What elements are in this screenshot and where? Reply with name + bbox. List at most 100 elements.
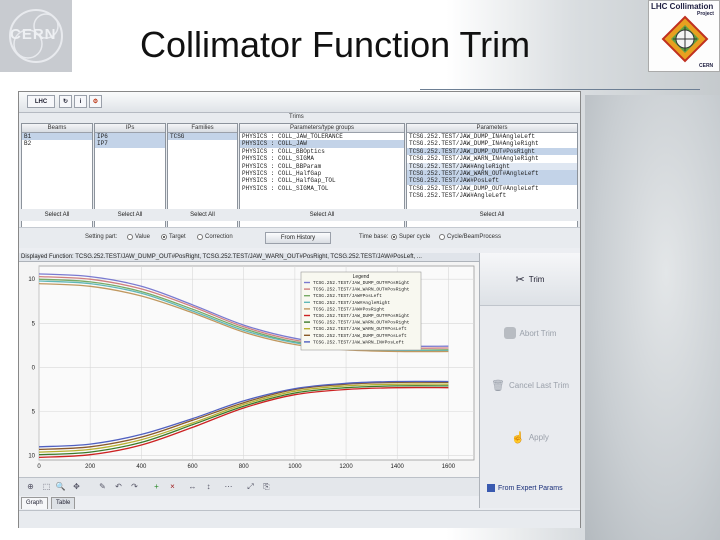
legend-entry: TCSG.252.TEST/JAW_DUMP_OUT#PosLeft [313, 333, 407, 339]
trim-actions-panel: ✂ Trim Abort Trim 🗑 Cancel Last Trim ☝ A… [479, 253, 580, 508]
ips-select-all-button[interactable]: Select All [94, 209, 166, 221]
cancel-last-trim-label: Cancel Last Trim [508, 380, 569, 390]
undo-icon[interactable]: ↶ [113, 481, 124, 492]
trash-icon: 🗑 [491, 379, 505, 392]
parameters-header: Parameters [407, 124, 577, 133]
select-icon[interactable]: ⬚ [41, 481, 52, 492]
radio-target-label: Target [169, 234, 186, 240]
setting-part-label: Setting part: [85, 234, 118, 240]
zoom-icon[interactable]: ⊕ [25, 481, 36, 492]
trim-button[interactable]: ✂ Trim [480, 253, 580, 306]
slide-title: Collimator Function Trim [140, 24, 531, 65]
ips-header: IPs [95, 124, 165, 133]
pan-icon[interactable]: ✥ [71, 481, 82, 492]
list-item[interactable]: TCSG.252.TEST/JAW_WARN_OUT#AngleLeft [407, 169, 577, 178]
abort-trim-label: Abort Trim [519, 328, 557, 338]
radio-cycle-beamprocess[interactable] [439, 234, 445, 240]
function-chart[interactable]: 0 200 400 600 800 1000 1200 1400 1600 10 5 0 5 10 Lege… [19, 262, 479, 477]
radio-super-cycle[interactable] [391, 234, 397, 240]
chart-area: 0 200 400 600 800 1000 1200 1400 1600 10 5 0 5 10 Lege… [19, 262, 479, 482]
status-strip [19, 510, 580, 528]
list-item[interactable]: B2 [22, 140, 92, 147]
apply-button-label: Apply [528, 432, 549, 442]
info-icon[interactable]: i [74, 95, 87, 108]
y-tick-label: 5 [32, 410, 36, 416]
vertical-stretch-icon[interactable]: ↕ [203, 481, 214, 492]
title-divider [420, 89, 700, 90]
list-item[interactable]: PHYSICS : COLL_HalfGap_TOL [240, 177, 404, 184]
selector-panel-title: Trims [289, 114, 304, 120]
x-tick-label: 1200 [339, 464, 353, 470]
tab-table[interactable]: Table [51, 497, 76, 509]
fit-icon[interactable]: ⤢ [245, 481, 256, 492]
from-expert-label: From Expert Params [498, 484, 563, 492]
time-base-label: Time base: [359, 234, 389, 240]
y-tick-label: 5 [32, 321, 36, 327]
cancel-last-trim-button[interactable]: 🗑 Cancel Last Trim [480, 359, 580, 411]
list-item[interactable]: B1 [22, 133, 92, 141]
list-item[interactable]: TCSG.252.TEST/JAW_DUMP_IN#AngleRight [407, 140, 577, 147]
list-item[interactable]: IP6 [95, 133, 165, 141]
legend-entry: TCSG.252.TEST/JAW_DUMP_OUT#PosRight [313, 313, 410, 319]
radio-super-cycle-label: Super cycle [399, 234, 431, 240]
list-item[interactable]: PHYSICS : COLL_SIGMA [240, 155, 404, 162]
list-item[interactable]: PHYSICS : COLL_SIGMA_TOL [240, 185, 404, 192]
refresh-icon[interactable]: ↻ [59, 95, 72, 108]
radio-correction[interactable] [197, 234, 203, 240]
background-photo [585, 95, 720, 540]
lhc-button[interactable]: LHC [27, 95, 55, 108]
parameters-select-all-button[interactable]: Select All [406, 209, 578, 221]
x-tick-label: 800 [239, 464, 250, 470]
list-item[interactable]: TCSG.252.TEST/JAW#AngleRight [407, 162, 577, 170]
radio-target[interactable] [161, 234, 167, 240]
list-item[interactable]: TCSG.252.TEST/JAW_DUMP_OUT#PosRight [407, 147, 577, 156]
copy-icon[interactable]: ⎘ [261, 481, 272, 492]
horizontal-stretch-icon[interactable]: ↔ [187, 481, 198, 492]
edit-icon[interactable]: ✎ [97, 481, 108, 492]
list-item[interactable]: PHYSICS : COLL_JAW_TOLERANCE [240, 133, 404, 140]
abort-trim-button[interactable]: Abort Trim [480, 307, 580, 359]
type-groups-select-all-button[interactable]: Select All [239, 209, 405, 221]
legend-entry: TCSG.252.TEST/JAW_WARN_OUT#PosLeft [313, 326, 407, 332]
legend-entry: TCSG.252.TEST/JAW_WARN_OUT#PosRight [313, 320, 410, 326]
lhc-logo-cern: CERN [699, 63, 714, 69]
list-item[interactable]: TCSG.252.TEST/JAW_DUMP_OUT#AngleLeft [407, 185, 577, 192]
x-tick-label: 1400 [391, 464, 405, 470]
settings-row: Setting part: Value Target Correction Fr… [19, 227, 580, 248]
tab-graph[interactable]: Graph [21, 497, 48, 509]
magnifier-icon[interactable]: 🔍 [55, 481, 66, 492]
radio-cycle-beamprocess-label: Cycle/BeamProcess [447, 234, 502, 240]
list-item[interactable]: IP7 [95, 140, 165, 148]
displayed-function-bar: Displayed Function: TCSG.252.TEST/JAW_DU… [19, 253, 479, 262]
list-item[interactable]: PHYSICS : COLL_JAW [240, 140, 404, 148]
list-item[interactable]: TCSG.252.TEST/JAW#AngleLeft [407, 192, 577, 199]
settings-icon[interactable]: ⚙ [89, 95, 102, 108]
list-item[interactable]: PHYSICS : COLL_BBParam [240, 163, 404, 170]
add-point-icon[interactable]: + [151, 481, 162, 492]
remove-point-icon[interactable]: × [167, 481, 178, 492]
list-item[interactable]: PHYSICS : COLL_BBOptics [240, 148, 404, 155]
from-expert-params-button[interactable]: From Expert Params [487, 484, 563, 492]
list-item[interactable]: TCSG.252.TEST/JAW#PosLeft [407, 177, 577, 185]
beams-select-all-button[interactable]: Select All [21, 209, 93, 221]
cern-logo: CERN [0, 0, 72, 72]
families-header: Families [168, 124, 237, 133]
list-item[interactable]: PHYSICS : COLL_HalfGap [240, 170, 404, 177]
x-tick-label: 1600 [442, 464, 456, 470]
redo-icon[interactable]: ↷ [129, 481, 140, 492]
list-item[interactable]: TCSG [168, 133, 237, 141]
apply-button[interactable]: ☝ Apply [480, 411, 580, 463]
collimator-diamond-icon [661, 15, 709, 63]
parameter-selector-panel: Trims Beams B1 B2 IPs IP6 IP7 Families T… [19, 113, 580, 244]
lhc-collimation-logo: LHC Collimation Project CERN [648, 0, 720, 72]
expert-icon [487, 484, 495, 492]
families-select-all-button[interactable]: Select All [167, 209, 238, 221]
trim-button-label: Trim [528, 274, 545, 284]
points-icon[interactable]: ⋯ [223, 481, 234, 492]
list-item[interactable]: TCSG.252.TEST/JAW_WARN_IN#AngleRight [407, 155, 577, 162]
scissors-icon: ✂ [515, 273, 525, 286]
from-history-button[interactable]: From History [265, 232, 331, 244]
list-item[interactable]: TCSG.252.TEST/JAW_DUMP_IN#AngleLeft [407, 133, 577, 140]
radio-value[interactable] [127, 234, 133, 240]
type-groups-header: Parameters/type groups [240, 124, 404, 133]
